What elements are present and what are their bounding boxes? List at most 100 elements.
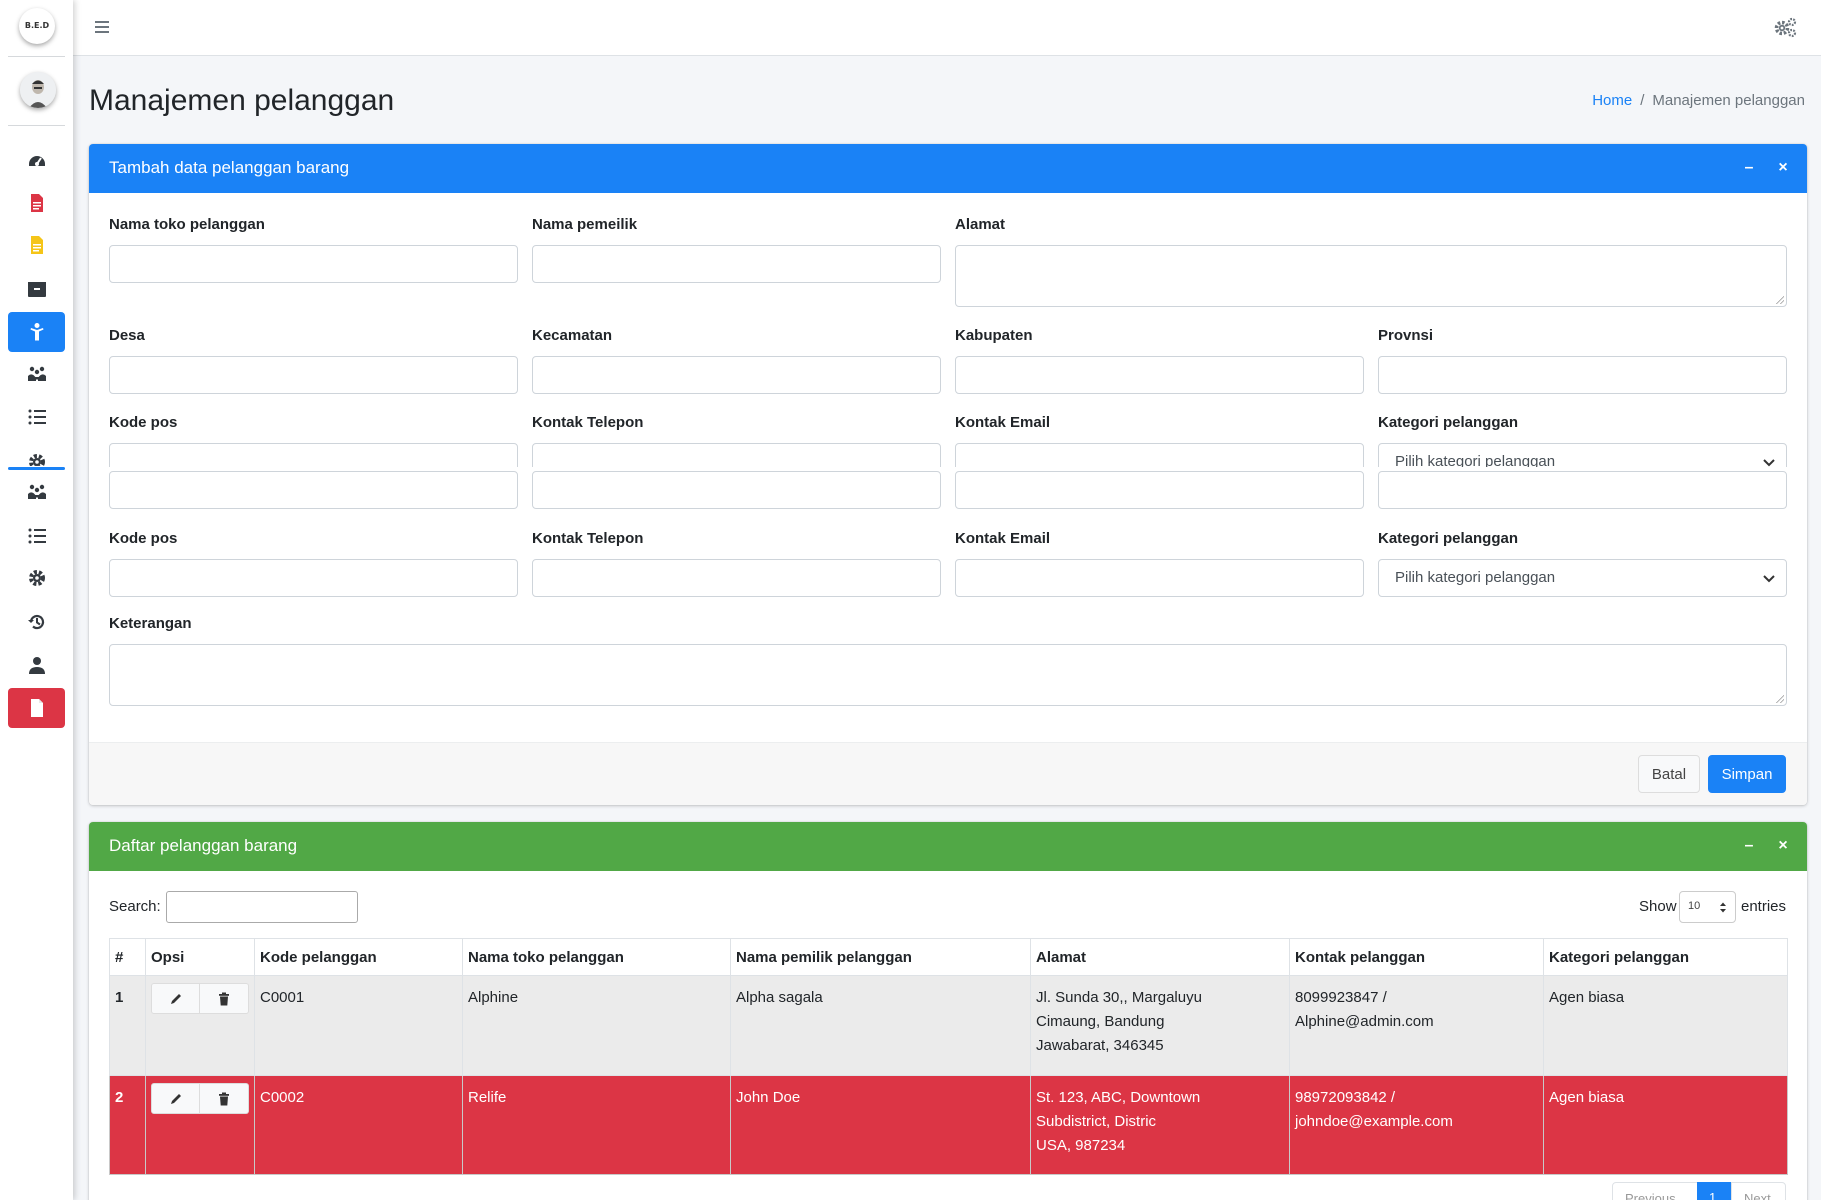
kabupaten-input[interactable] [955, 356, 1364, 394]
pagination-previous[interactable]: Previous [1612, 1182, 1698, 1200]
kecamatan-input[interactable] [532, 356, 941, 394]
label-provinsi: Provnsi [1378, 327, 1434, 344]
extra-input-1[interactable] [109, 471, 518, 509]
close-icon[interactable]: × [1773, 158, 1793, 178]
show-label: Show [1639, 898, 1677, 915]
sidebar-item-document[interactable] [8, 688, 65, 728]
kontak-email-input[interactable] [955, 559, 1364, 597]
column-header[interactable]: Kode pelanggan [254, 938, 463, 976]
sidebar-item-history[interactable] [8, 602, 65, 642]
trash-icon [219, 992, 229, 1005]
minimize-icon[interactable]: – [1739, 836, 1759, 856]
settings-gears-icon[interactable] [1773, 16, 1797, 38]
extra-input-2[interactable] [532, 471, 941, 509]
column-header[interactable]: Nama pemilik pelanggan [730, 938, 1031, 976]
sidebar-item-list[interactable] [8, 397, 65, 437]
gear-icon [28, 570, 45, 586]
customer-list-card-header: Daftar pelanggan barang – × [89, 822, 1807, 871]
save-button[interactable]: Simpan [1708, 755, 1786, 793]
kontak-phone: 8099923847 / [1295, 989, 1387, 1006]
kontak-phone: 98972093842 / [1295, 1089, 1396, 1106]
page-title: Manajemen pelanggan [89, 84, 395, 117]
alamat-line: USA, 987234 [1036, 1137, 1126, 1154]
column-header[interactable]: Nama toko pelanggan [462, 938, 731, 976]
sidebar-item-dashboard[interactable] [8, 140, 65, 180]
cell-kode: C0001 [254, 975, 463, 1076]
sidebar-item-settings[interactable] [8, 440, 65, 466]
kategori-select-value: Pilih kategori pelanggan [1395, 453, 1556, 467]
entries-label: entries [1741, 898, 1787, 915]
extra-input-4[interactable] [1378, 471, 1787, 509]
trash-icon [219, 1092, 229, 1105]
brand-logo[interactable]: B.E.D [19, 8, 55, 44]
cell-kontak: 8099923847 / Alphine@admin.com [1289, 975, 1544, 1076]
column-header[interactable]: Opsi [145, 938, 255, 976]
users-icon [27, 366, 46, 381]
breadcrumb-current: Manajemen pelanggan [1652, 92, 1805, 109]
edit-button[interactable] [151, 983, 201, 1014]
sidebar-item-users[interactable] [8, 354, 65, 394]
sidebar-item-report-yellow[interactable] [8, 225, 65, 265]
list-icon [28, 528, 46, 544]
file-red-icon [30, 194, 43, 212]
sidebar-item-profile[interactable] [8, 645, 65, 685]
table-row[interactable]: 1 C0001 Alphine Alpha sagala Jl. Sunda 3… [109, 975, 1788, 1076]
cell-number: 2 [109, 1075, 146, 1175]
pagination-next[interactable]: Next [1731, 1182, 1786, 1200]
alamat-line: Subdistrict, Distric [1036, 1113, 1157, 1130]
document-icon [30, 699, 43, 717]
top-navbar [73, 0, 1821, 56]
alamat-line: Jl. Sunda 30,, Margaluyu [1036, 989, 1202, 1006]
kontak-telepon-input[interactable] [532, 443, 941, 467]
minimize-icon[interactable]: – [1739, 158, 1759, 178]
extra-input-3[interactable] [955, 471, 1364, 509]
alamat-textarea[interactable] [955, 245, 1787, 307]
kontak-telepon-input[interactable] [532, 559, 941, 597]
avatar[interactable] [20, 72, 56, 108]
label-nama-pemilik: Nama pemeilik [532, 216, 638, 233]
entries-select[interactable]: 10 [1679, 891, 1736, 923]
kontak-email-input[interactable] [955, 443, 1364, 467]
sort-arrows-icon [1720, 902, 1726, 913]
delete-button[interactable] [200, 1083, 249, 1114]
add-customer-card-header: Tambah data pelanggan barang – × [89, 144, 1807, 193]
hamburger-menu-icon[interactable] [95, 18, 111, 36]
table-row[interactable]: 2 C0002 Relife John Doe St. 123, ABC, Do… [109, 1075, 1788, 1175]
kategori-select[interactable]: Pilih kategori pelanggan [1378, 443, 1787, 467]
file-yellow-icon [30, 236, 43, 254]
label-kontak-email: Kontak Email [955, 530, 1051, 547]
label-kode-pos: Kode pos [109, 530, 178, 547]
column-header[interactable]: Kontak pelanggan [1289, 938, 1544, 976]
breadcrumb-home-link[interactable]: Home [1592, 92, 1632, 109]
clipped-row: Pilih kategori pelanggan [89, 442, 1807, 467]
search-input[interactable] [166, 891, 358, 923]
keterangan-textarea[interactable] [109, 644, 1787, 706]
sidebar-item-customers[interactable] [8, 312, 65, 352]
nama-pemilik-input[interactable] [532, 245, 941, 283]
sidebar-item-settings-2[interactable] [8, 558, 65, 598]
kode-pos-input[interactable] [109, 559, 518, 597]
delete-button[interactable] [200, 983, 249, 1014]
edit-button[interactable] [151, 1083, 201, 1114]
cancel-button[interactable]: Batal [1638, 755, 1700, 793]
kode-pos-input[interactable] [109, 443, 518, 467]
pagination-page[interactable]: 1 [1697, 1182, 1731, 1200]
column-header[interactable]: Kategori pelanggan [1543, 938, 1788, 976]
desa-input[interactable] [109, 356, 518, 394]
sidebar-divider [8, 125, 65, 126]
cell-actions [145, 1075, 255, 1175]
provinsi-input[interactable] [1378, 356, 1787, 394]
label-kategori: Kategori pelanggan [1378, 414, 1519, 431]
column-header[interactable]: Alamat [1030, 938, 1290, 976]
nama-toko-input[interactable] [109, 245, 518, 283]
sidebar-item-users-2[interactable] [8, 472, 65, 512]
close-icon[interactable]: × [1773, 836, 1793, 856]
sidebar-item-products[interactable] [8, 269, 65, 309]
sidebar-item-report-red[interactable] [8, 183, 65, 223]
chevron-down-icon [1763, 575, 1775, 583]
sidebar-item-list-2[interactable] [8, 516, 65, 556]
kategori-select[interactable]: Pilih kategori pelanggan [1378, 559, 1787, 597]
cell-alamat: Jl. Sunda 30,, Margaluyu Cimaung, Bandun… [1030, 975, 1290, 1076]
column-header[interactable]: # [109, 938, 146, 976]
sidebar-active-indicator [8, 467, 65, 470]
